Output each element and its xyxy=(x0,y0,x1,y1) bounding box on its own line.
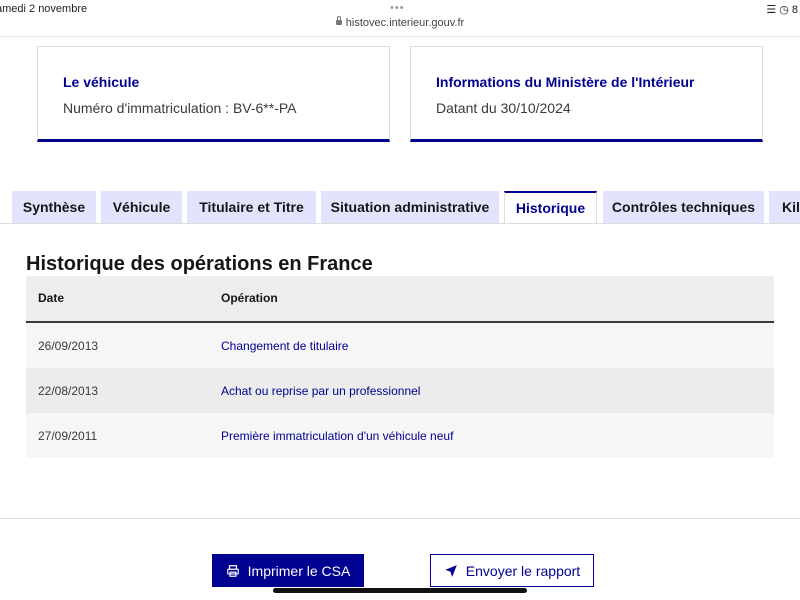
tab-situation-administrative[interactable]: Situation administrative xyxy=(321,191,499,223)
battery-text: 8 xyxy=(791,4,798,16)
tab-bar: Synthèse Véhicule Titulaire et Titre Sit… xyxy=(0,191,800,224)
historique-panel: Historique des opérations en France Date… xyxy=(0,223,800,519)
column-operation: Opération xyxy=(221,291,278,305)
vehicle-card: Le véhicule Numéro d'immatriculation : B… xyxy=(37,46,390,142)
card-title: Informations du Ministère de l'Intérieur xyxy=(436,74,695,90)
wifi-icon: ☰ xyxy=(766,4,777,16)
row-operation: Changement de titulaire xyxy=(221,339,349,353)
status-date: amedi 2 novembre xyxy=(0,3,88,15)
print-label: Imprimer le CSA xyxy=(247,562,351,579)
send-arrow-icon xyxy=(444,564,457,577)
table-row: 22/08/2013 Achat ou reprise par un profe… xyxy=(26,368,774,413)
column-date: Date xyxy=(38,291,65,305)
row-date: 26/09/2013 xyxy=(38,339,99,353)
tab-titulaire-titre[interactable]: Titulaire et Titre xyxy=(187,191,316,223)
row-date: 22/08/2013 xyxy=(38,384,99,398)
browser-status-bar: amedi 2 novembre ••• histovec.interieur.… xyxy=(0,0,800,37)
printer-icon xyxy=(226,564,239,577)
table-header: Date Opération xyxy=(26,276,774,323)
send-label: Envoyer le rapport xyxy=(465,562,581,579)
send-report-button[interactable]: Envoyer le rapport xyxy=(430,554,594,587)
registration-number: Numéro d'immatriculation : BV-6**-PA xyxy=(63,100,297,116)
address-bar[interactable]: histovec.interieur.gouv.fr xyxy=(0,16,800,29)
tab-vehicule[interactable]: Véhicule xyxy=(101,191,182,223)
row-operation: Première immatriculation d'un véhicule n… xyxy=(221,429,454,443)
ministry-info-card: Informations du Ministère de l'Intérieur… xyxy=(410,46,763,142)
data-date: Datant du 30/10/2024 xyxy=(436,100,571,116)
system-status-icons: ☰ ◷ 8 xyxy=(763,3,798,16)
card-title: Le véhicule xyxy=(63,74,140,90)
operations-table: Date Opération 26/09/2013 Changement de … xyxy=(26,276,774,458)
tab-historique[interactable]: Historique xyxy=(504,191,597,224)
home-indicator xyxy=(273,588,527,593)
tab-controles-techniques[interactable]: Contrôles techniques xyxy=(603,191,764,223)
url-text: histovec.interieur.gouv.fr xyxy=(345,17,465,29)
lock-icon xyxy=(335,16,342,25)
tab-kilometrage[interactable]: Kilo xyxy=(769,191,800,223)
table-row: 27/09/2011 Première immatriculation d'un… xyxy=(26,413,774,458)
row-operation: Achat ou reprise par un professionnel xyxy=(221,384,421,398)
orientation-lock-icon: ◷ xyxy=(779,4,789,16)
more-dots-icon[interactable]: ••• xyxy=(390,3,405,14)
tab-synthese[interactable]: Synthèse xyxy=(12,191,96,223)
section-title: Historique des opérations en France xyxy=(26,253,373,275)
table-row: 26/09/2013 Changement de titulaire xyxy=(26,323,774,368)
row-date: 27/09/2011 xyxy=(38,429,98,443)
print-csa-button[interactable]: Imprimer le CSA xyxy=(212,554,364,587)
